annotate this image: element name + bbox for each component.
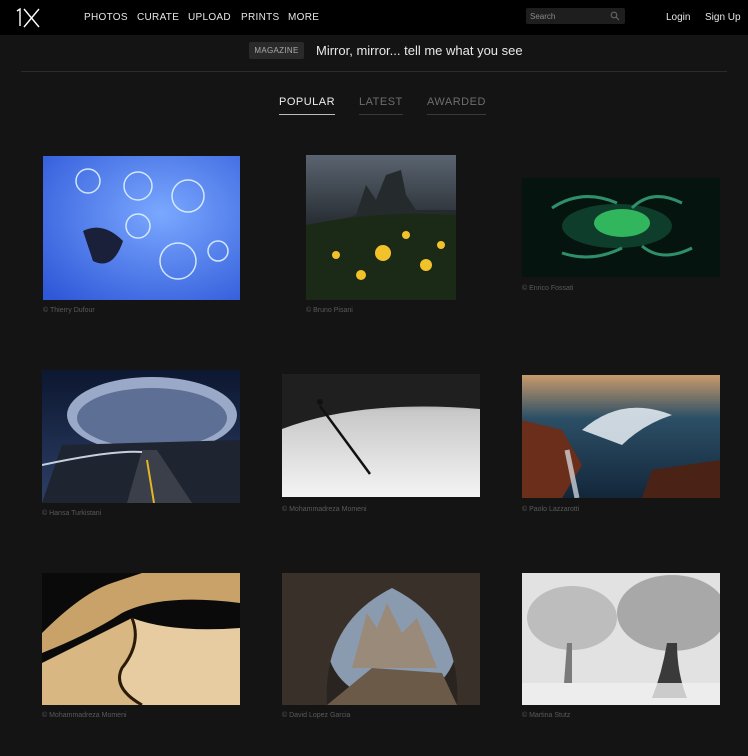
nav-prints[interactable]: PRINTS [241, 12, 279, 23]
photo-thumbnail[interactable] [306, 155, 456, 300]
photo-image [282, 374, 480, 497]
photo-image [282, 573, 480, 705]
photo-thumbnail[interactable] [522, 375, 720, 498]
tab-latest[interactable]: LATEST [359, 96, 403, 115]
photo-image [522, 573, 720, 705]
nav-curate[interactable]: CURATE [137, 12, 179, 23]
tab-awarded[interactable]: AWARDED [427, 96, 486, 115]
nav-upload[interactable]: UPLOAD [188, 12, 231, 23]
photo-credit[interactable]: © Mohammadreza Momeni [282, 506, 367, 513]
signup-link[interactable]: Sign Up [705, 12, 741, 23]
photo-credit[interactable]: © Paolo Lazzarotti [522, 506, 579, 513]
photo-thumbnail[interactable] [282, 573, 480, 705]
photo-image [42, 370, 240, 503]
photo-thumbnail[interactable] [42, 573, 240, 705]
photo-image [522, 178, 720, 277]
photo-thumbnail[interactable] [43, 156, 240, 300]
top-navigation-bar: PHOTOS CURATE UPLOAD PRINTS MORE Login S… [0, 0, 748, 35]
photo-image [522, 375, 720, 498]
photo-thumbnail[interactable] [282, 374, 480, 497]
search-box [526, 8, 625, 24]
photo-image [43, 156, 240, 300]
photo-thumbnail[interactable] [522, 573, 720, 705]
photo-image [42, 573, 240, 705]
photo-image [306, 155, 456, 300]
search-input[interactable] [530, 9, 606, 23]
photo-credit[interactable]: © Mohammadreza Momeni [42, 712, 127, 719]
magazine-badge[interactable]: MAGAZINE [249, 42, 304, 59]
tab-popular[interactable]: POPULAR [279, 96, 336, 115]
photo-credit[interactable]: © Martina Stutz [522, 712, 570, 719]
photo-credit[interactable]: © Hansa Turkistani [42, 510, 101, 517]
photo-credit[interactable]: © Enrico Fossati [522, 285, 573, 292]
photo-credit[interactable]: © David Lopez Garcia [282, 712, 351, 719]
1x-logo-icon[interactable] [14, 6, 42, 30]
photo-credit[interactable]: © Bruno Pisani [306, 307, 353, 314]
photo-thumbnail[interactable] [522, 178, 720, 277]
nav-more[interactable]: MORE [288, 12, 319, 23]
photo-thumbnail[interactable] [42, 370, 240, 503]
header-divider [21, 71, 727, 72]
photo-credit[interactable]: © Thierry Dufour [43, 307, 95, 314]
search-icon[interactable] [610, 11, 620, 21]
magazine-headline[interactable]: Mirror, mirror... tell me what you see [316, 43, 523, 58]
nav-photos[interactable]: PHOTOS [84, 12, 128, 23]
login-link[interactable]: Login [666, 12, 690, 23]
